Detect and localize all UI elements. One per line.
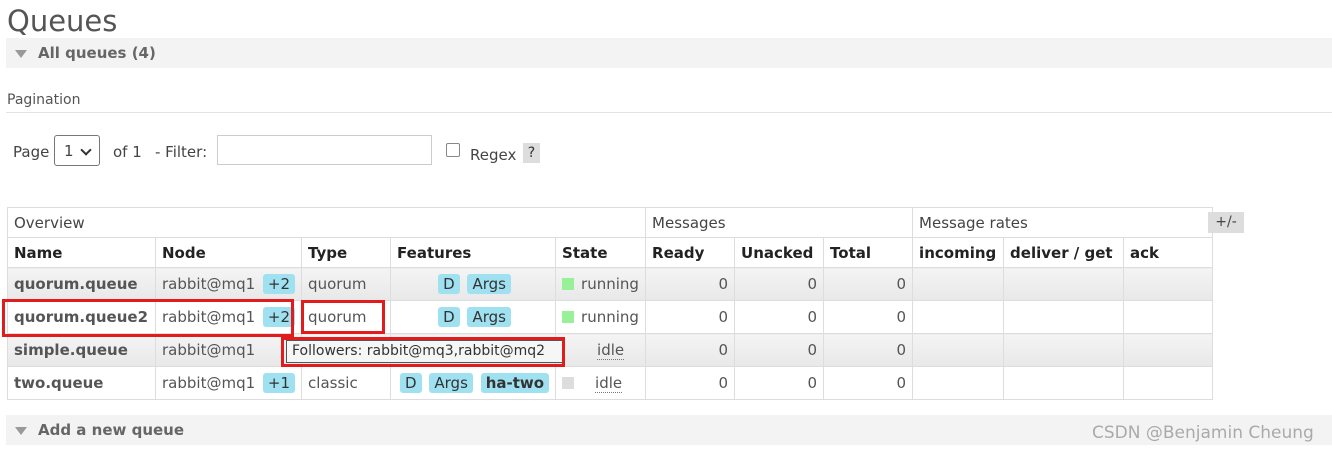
unacked-cell: 0 [734,333,825,367]
group-overview: Overview [6,207,647,238]
column-header-state[interactable]: State [555,237,647,268]
table-row[interactable]: quorum.queue rabbit@mq1 +2 quorum D Args… [7,267,1214,301]
chevron-down-icon [80,144,92,156]
ack-cell [1123,333,1214,367]
triangle-down-icon [15,427,27,435]
columns-toggle-button[interactable]: +/- [1208,212,1244,233]
all-queues-label: All queues (4) [38,44,156,62]
features-cell: D Args [390,267,557,301]
total-cell: 0 [823,267,914,301]
ack-cell [1123,366,1214,400]
feature-args-badge: Args [467,274,511,294]
watermark: CSDN @Benjamin Cheung [1092,423,1314,443]
features-cell: D Args [390,300,557,334]
total-cell: 0 [823,366,914,400]
state-text: running [581,308,639,326]
highlight-box [2,299,294,337]
page-title: Queues [7,4,118,38]
divider [6,112,1332,113]
queue-name-link[interactable]: two.queue [7,366,156,400]
triangle-down-icon [15,50,27,58]
unacked-cell: 0 [734,366,825,400]
regex-label: Regex [470,146,517,164]
ack-cell [1123,267,1214,301]
column-header-ack[interactable]: ack [1123,237,1214,268]
state-text: idle [595,374,623,393]
state-cell: idle [555,366,647,400]
deliver-get-cell [1003,300,1125,334]
total-cell: 0 [823,333,914,367]
ready-cell: 0 [645,267,736,301]
state-cell: idle [555,333,647,367]
queue-name-link[interactable]: simple.queue [7,333,156,367]
features-cell: D Args ha-two [390,366,557,400]
deliver-get-cell [1003,366,1125,400]
running-status-icon [562,278,575,290]
state-cell: running [555,267,647,301]
state-text: running [581,275,639,293]
incoming-cell [912,267,1005,301]
column-header-name[interactable]: Name [7,237,156,268]
feature-args-badge: Args [429,373,473,393]
policy-badge: ha-two [480,373,550,393]
column-header-unacked[interactable]: Unacked [734,237,825,268]
column-header-type[interactable]: Type [301,237,392,268]
column-header-deliver-get[interactable]: deliver / get [1003,237,1125,268]
node-name: rabbit@mq1 [162,275,256,293]
ack-cell [1123,300,1214,334]
idle-status-icon [562,377,575,389]
feature-durable-badge: D [400,373,422,393]
filter-input[interactable] [217,135,432,165]
deliver-get-cell [1003,267,1125,301]
group-message-rates: Message rates [912,207,1214,238]
unacked-cell: 0 [734,267,825,301]
incoming-cell [912,366,1005,400]
node-name: rabbit@mq1 [162,374,256,392]
unacked-cell: 0 [734,300,825,334]
queue-name-link[interactable]: quorum.queue [7,267,156,301]
column-header-incoming[interactable]: incoming [912,237,1005,268]
add-queue-label: Add a new queue [38,421,185,439]
column-header-total[interactable]: Total [823,237,914,268]
page-of-label: of 1 [113,143,142,161]
incoming-cell [912,300,1005,334]
regex-checkbox[interactable] [446,143,460,157]
column-header-ready[interactable]: Ready [645,237,736,268]
all-queues-section-toggle[interactable]: All queues (4) [6,38,1332,68]
highlight-box [281,337,565,367]
page-select[interactable]: 1 [54,135,100,166]
ready-cell: 0 [645,333,736,367]
filter-label: - Filter: [155,143,208,161]
column-header-features[interactable]: Features [390,237,557,268]
node-cell: rabbit@mq1 +1 [154,366,303,400]
ready-cell: 0 [645,366,736,400]
table-row[interactable]: simple.queue rabbit@mq1 idle 0 0 0 [7,333,1214,367]
highlight-box [301,300,385,334]
ready-cell: 0 [645,300,736,334]
node-count-badge: +2 [262,274,296,294]
node-name: rabbit@mq1 [162,341,256,359]
feature-durable-badge: D [438,274,460,294]
node-cell: rabbit@mq1 +2 [154,267,303,301]
incoming-cell [912,333,1005,367]
running-status-icon [562,311,575,323]
page-label: Page [13,143,50,161]
table-row[interactable]: two.queue rabbit@mq1 +1 classic D Args h… [7,366,1214,400]
page-select-value: 1 [64,142,74,160]
group-messages: Messages [645,207,914,238]
pagination-label: Pagination [7,92,81,108]
node-count-badge: +1 [262,373,296,393]
type-cell: quorum [301,267,392,301]
type-cell: classic [301,366,392,400]
regex-help-button[interactable]: ? [523,143,540,163]
state-text: idle [597,341,625,360]
feature-args-badge: Args [467,307,511,327]
node-cell: rabbit@mq1 [154,333,303,367]
total-cell: 0 [823,300,914,334]
state-cell: running [555,300,647,334]
deliver-get-cell [1003,333,1125,367]
feature-durable-badge: D [438,307,460,327]
column-header-node[interactable]: Node [154,237,303,268]
